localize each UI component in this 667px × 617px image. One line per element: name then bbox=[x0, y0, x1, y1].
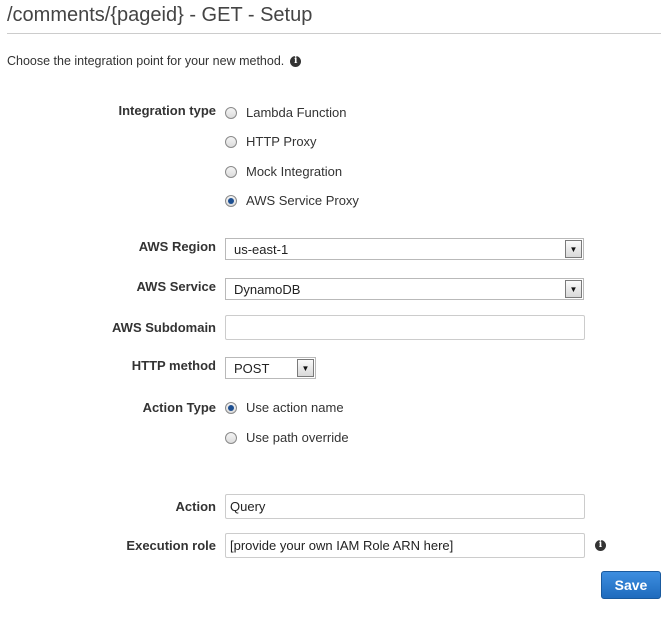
aws-region-value: us-east-1 bbox=[234, 241, 289, 257]
execution-role-input[interactable] bbox=[225, 533, 585, 558]
radio-label: HTTP Proxy bbox=[246, 134, 317, 149]
integration-type-label: Integration type bbox=[118, 103, 216, 118]
aws-subdomain-input[interactable] bbox=[225, 315, 585, 340]
radio-http-proxy[interactable]: HTTP Proxy bbox=[225, 134, 317, 149]
chevron-down-icon[interactable]: ▼ bbox=[565, 240, 582, 258]
action-input[interactable] bbox=[225, 494, 585, 519]
radio-button[interactable] bbox=[225, 135, 237, 148]
chevron-down-icon[interactable]: ▼ bbox=[565, 280, 582, 298]
intro-text-row: Choose the integration point for your ne… bbox=[7, 54, 302, 68]
radio-button[interactable] bbox=[225, 106, 237, 119]
execution-role-label: Execution role bbox=[126, 538, 216, 553]
radio-label: Use action name bbox=[246, 400, 344, 415]
page-title: /comments/{pageid} - GET - Setup bbox=[7, 4, 313, 26]
action-type-label: Action Type bbox=[142, 400, 216, 415]
chevron-down-icon[interactable]: ▼ bbox=[297, 359, 314, 377]
action-label: Action bbox=[175, 499, 216, 514]
info-icon[interactable]: i bbox=[595, 540, 606, 551]
info-icon[interactable]: i bbox=[290, 55, 302, 67]
http-method-select[interactable]: POST ▼ bbox=[225, 357, 316, 379]
aws-service-label: AWS Service bbox=[136, 279, 217, 294]
http-method-label: HTTP method bbox=[131, 358, 216, 373]
radio-label: Lambda Function bbox=[246, 105, 347, 120]
radio-button-selected[interactable] bbox=[225, 194, 237, 207]
radio-label: Use path override bbox=[246, 430, 349, 445]
intro-text: Choose the integration point for your ne… bbox=[7, 54, 285, 68]
radio-label: Mock Integration bbox=[246, 164, 343, 179]
radio-use-action-name[interactable]: Use action name bbox=[225, 400, 344, 415]
aws-region-label: AWS Region bbox=[138, 239, 216, 254]
radio-use-path-override[interactable]: Use path override bbox=[225, 430, 349, 445]
radio-label: AWS Service Proxy bbox=[246, 193, 359, 208]
radio-mock-integration[interactable]: Mock Integration bbox=[225, 164, 342, 179]
radio-aws-service-proxy[interactable]: AWS Service Proxy bbox=[225, 193, 359, 208]
aws-region-select[interactable]: us-east-1 ▼ bbox=[225, 238, 584, 260]
aws-service-select[interactable]: DynamoDB ▼ bbox=[225, 278, 584, 300]
radio-button[interactable] bbox=[225, 431, 237, 444]
aws-subdomain-label: AWS Subdomain bbox=[112, 320, 216, 335]
save-button[interactable]: Save bbox=[601, 571, 661, 599]
title-divider bbox=[7, 33, 661, 34]
aws-service-value: DynamoDB bbox=[234, 281, 301, 297]
http-method-value: POST bbox=[234, 360, 270, 376]
radio-button-selected[interactable] bbox=[225, 401, 237, 414]
radio-lambda-function[interactable]: Lambda Function bbox=[225, 105, 346, 120]
radio-button[interactable] bbox=[225, 165, 237, 178]
